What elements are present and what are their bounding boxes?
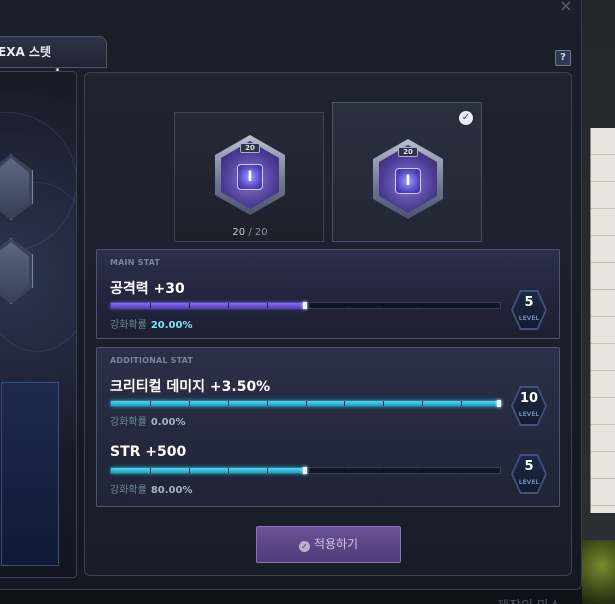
apply-button[interactable]: ✓ 적용하기 [256, 526, 401, 563]
main-stat-rate: 강화확률 20.00% [110, 320, 193, 331]
core-level-badge: 20 [240, 143, 260, 153]
main-stat-box: MAIN STAT 공격력 +30 강화확률 20.00% 5 LEVEL [96, 249, 560, 339]
core-slot[interactable]: 20 I 20 / 20 [174, 112, 324, 242]
core-level-badge: 20 [398, 147, 418, 157]
core-icon: 20 I [215, 135, 285, 215]
core-map-panel [0, 71, 77, 578]
screen: × EXA 스텟 ? 20 I 20 / 20 ✓ 20 I MAIN STAT… [0, 0, 615, 604]
progress-segment-divider [188, 303, 190, 308]
progress-segment-divider [227, 303, 229, 308]
core-gem-icon: I [237, 164, 263, 190]
progress-segment-divider [461, 401, 463, 406]
additional-stat-rate: 강화확률 0.00% [110, 417, 186, 428]
progress-segment-divider [266, 303, 268, 308]
core-detail-box [1, 382, 59, 566]
progress-segment-divider [149, 468, 151, 473]
progress-segment-divider [227, 468, 229, 473]
progress-segment-divider [188, 401, 190, 406]
main-stat-progress-bar [110, 302, 501, 309]
additional-stat-header: ADDITIONAL STAT [110, 356, 194, 365]
stat-panel: 20 I 20 / 20 ✓ 20 I MAIN STAT 공격력 +30 강화… [84, 72, 572, 604]
progress-knob [302, 467, 307, 474]
additional-stat-box: ADDITIONAL STAT 크리티컬 데미지 +3.50% 강화확률 0.00… [96, 347, 560, 507]
progress-segment-divider [266, 468, 268, 473]
tab-exa-stat[interactable]: EXA 스텟 [0, 36, 107, 68]
core-icon: 20 I [373, 139, 443, 219]
main-stat-level-badge: 5 LEVEL [511, 290, 547, 330]
progress-segment-divider [305, 401, 307, 406]
progress-segment-divider [344, 303, 346, 308]
help-button[interactable]: ? [555, 50, 571, 66]
progress-segment-divider [422, 303, 424, 308]
progress-segment-divider [344, 468, 346, 473]
background-list [590, 128, 615, 513]
progress-segment-divider [266, 401, 268, 406]
background-foliage [582, 540, 615, 604]
core-gem-icon: I [395, 168, 421, 194]
additional-stat-level-badge: 10 LEVEL [511, 386, 547, 426]
core-count: 20 / 20 [232, 227, 268, 238]
close-button[interactable]: × [556, 0, 576, 14]
progress-segment-divider [149, 303, 151, 308]
additional-stat-rate: 강화확률 80.00% [110, 485, 193, 496]
progress-knob [497, 400, 501, 407]
progress-segment-divider [383, 401, 385, 406]
progress-segment-divider [344, 401, 346, 406]
background-text: 제작의 마스터 [497, 595, 571, 604]
progress-segment-divider [227, 401, 229, 406]
progress-segment-divider [422, 401, 424, 406]
exa-stat-window: × EXA 스텟 ? 20 I 20 / 20 ✓ 20 I MAIN STAT… [0, 0, 582, 604]
additional-stat-progress-bar [110, 467, 501, 474]
additional-stat-name: 크리티컬 데미지 +3.50% [110, 379, 271, 395]
core-slot-selected[interactable]: ✓ 20 I [332, 102, 482, 242]
check-circle-icon: ✓ [298, 541, 310, 552]
tab-label: EXA 스텟 [0, 45, 51, 59]
game-backdrop [582, 0, 615, 604]
progress-segment-divider [383, 303, 385, 308]
main-stat-header: MAIN STAT [110, 258, 161, 267]
progress-segment-divider [149, 401, 151, 406]
progress-segment-divider [188, 468, 190, 473]
progress-segment-divider [461, 303, 463, 308]
progress-knob [302, 302, 307, 309]
progress-segment-divider [383, 468, 385, 473]
progress-segment-divider [461, 468, 463, 473]
main-stat-name: 공격력 +30 [110, 281, 185, 297]
check-icon: ✓ [459, 111, 473, 125]
additional-stat-progress-bar [110, 400, 501, 407]
additional-stat-name: STR +500 [110, 444, 187, 460]
additional-stat-level-badge: 5 LEVEL [511, 454, 547, 494]
progress-segment-divider [422, 468, 424, 473]
